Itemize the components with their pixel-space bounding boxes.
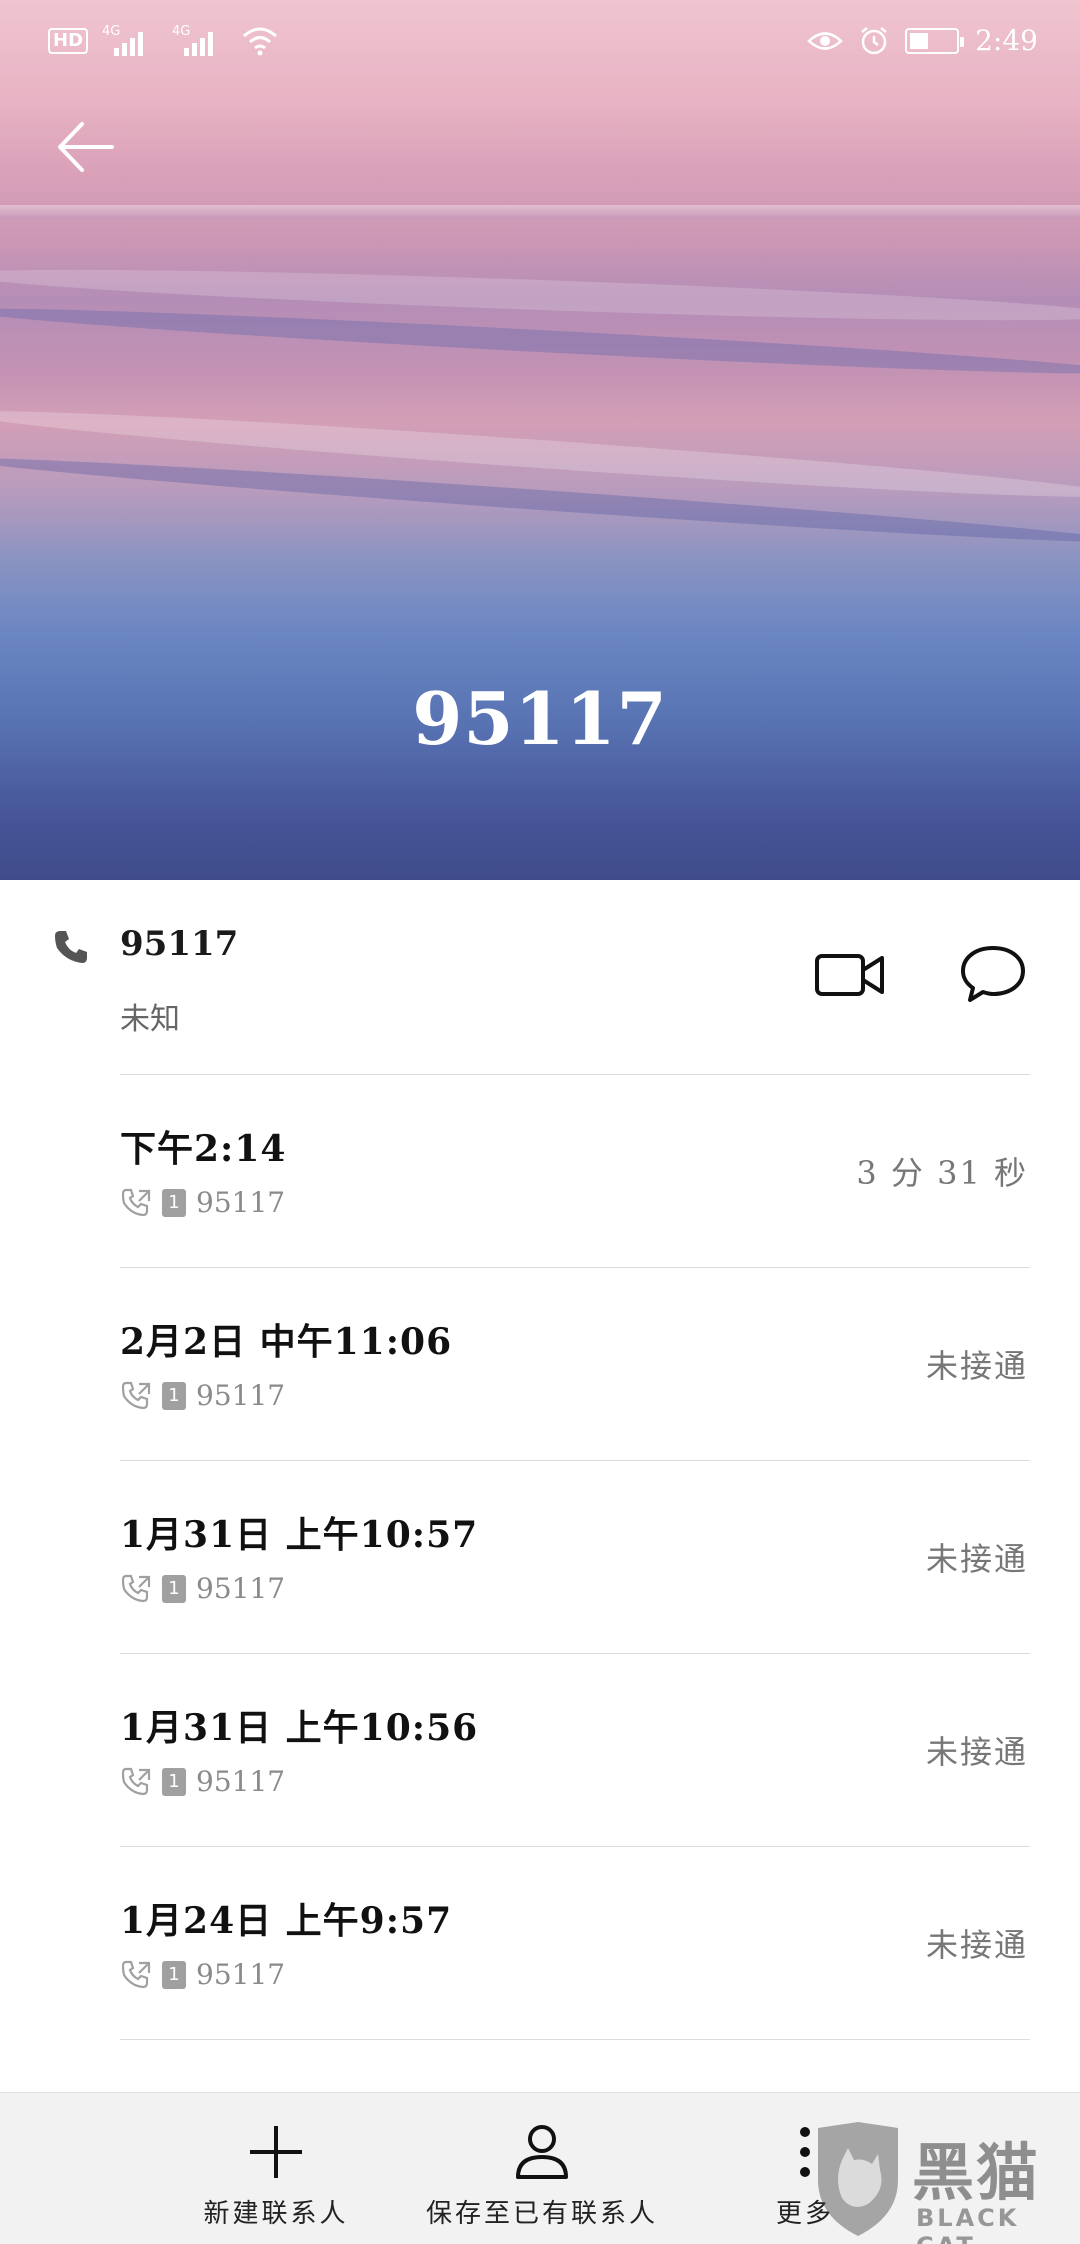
person-icon — [516, 2125, 568, 2179]
call-number: 95117 — [196, 1379, 286, 1412]
divider — [120, 1653, 1030, 1654]
message-icon[interactable] — [960, 944, 1026, 1004]
signal-icon: 4G — [172, 24, 228, 58]
sim-card-icon: 1 — [162, 1574, 186, 1603]
sim-card-icon: 1 — [162, 1381, 186, 1410]
call-details: 1 95117 — [120, 1572, 285, 1605]
call-log-item[interactable]: 1月24日 上午9:57 1 95117 未接通 — [0, 1846, 1080, 2039]
phone-location: 未知 — [120, 1002, 180, 1037]
call-status: 未接通 — [925, 1925, 1028, 1964]
call-log-item[interactable]: 2月2日 中午11:06 1 95117 未接通 — [0, 1267, 1080, 1460]
new-contact-button[interactable]: 新建联系人 — [196, 2093, 356, 2244]
call-status: 未接通 — [925, 1346, 1028, 1385]
watermark-en-text: BLACK CAT — [916, 2204, 1020, 2244]
contact-number-row[interactable]: 95117 未知 — [0, 880, 1080, 1075]
call-time: 2月2日 中午11:06 — [120, 1321, 453, 1363]
phone-icon — [55, 931, 87, 963]
save-to-existing-label: 保存至已有联系人 — [425, 2199, 658, 2229]
header-image: HD 4G 4G 2:49 95117 — [0, 0, 1080, 880]
call-details: 1 95117 — [120, 1958, 285, 1991]
outgoing-call-icon — [121, 1381, 151, 1409]
black-cat-watermark: 黑猫 BLACK CAT — [812, 2120, 1080, 2244]
new-contact-label: 新建联系人 — [203, 2199, 349, 2229]
call-status: 3 分 31 秒 — [856, 1153, 1028, 1192]
contact-title: 95117 — [412, 676, 668, 761]
call-status: 未接通 — [925, 1539, 1028, 1578]
divider — [120, 1267, 1030, 1268]
sim-card-icon: 1 — [162, 1188, 186, 1217]
call-time: 下午2:14 — [120, 1128, 287, 1170]
outgoing-call-icon — [121, 1574, 151, 1602]
call-details: 1 95117 — [120, 1186, 285, 1219]
call-status: 未接通 — [925, 1732, 1028, 1771]
cat-shield-logo-icon — [818, 2122, 898, 2236]
sim-card-icon: 1 — [162, 1960, 186, 1989]
outgoing-call-icon — [121, 1767, 151, 1795]
status-bar: HD 4G 4G 2:49 — [0, 0, 1080, 86]
call-log-item[interactable]: 下午2:14 1 95117 3 分 31 秒 — [0, 1074, 1080, 1267]
call-number: 95117 — [196, 1765, 286, 1798]
eye-icon — [807, 31, 843, 50]
call-log-item[interactable]: 1月31日 上午10:56 1 95117 未接通 — [0, 1653, 1080, 1846]
wifi-icon — [243, 27, 278, 56]
save-to-existing-button[interactable]: 保存至已有联系人 — [412, 2093, 672, 2244]
more-vertical-icon — [800, 2127, 810, 2177]
clock: 2:49 — [975, 24, 1038, 57]
sim-card-icon: 1 — [162, 1767, 186, 1796]
call-number: 95117 — [196, 1186, 286, 1219]
back-arrow-icon[interactable] — [52, 112, 122, 182]
call-details: 1 95117 — [120, 1379, 285, 1412]
divider — [120, 1846, 1030, 1847]
call-time: 1月31日 上午10:57 — [120, 1514, 479, 1556]
call-log-list: 下午2:14 1 95117 3 分 31 秒 2月2日 中午11:06 1 9… — [0, 1074, 1080, 2040]
alarm-icon — [861, 26, 887, 54]
battery-icon — [905, 27, 965, 54]
video-call-icon[interactable] — [814, 950, 886, 1000]
call-log-item[interactable]: 1月31日 上午10:57 1 95117 未接通 — [0, 1460, 1080, 1653]
list-end — [0, 2039, 1080, 2040]
watermark-cn-text: 黑猫 — [912, 2136, 1041, 2209]
divider — [120, 2039, 1030, 2040]
divider — [120, 1460, 1030, 1461]
call-details: 1 95117 — [120, 1765, 285, 1798]
horizon-line — [0, 205, 1080, 219]
call-time: 1月24日 上午9:57 — [120, 1900, 453, 1942]
outgoing-call-icon — [121, 1960, 151, 1988]
call-number: 95117 — [196, 1958, 286, 1991]
phone-number: 95117 — [120, 924, 239, 964]
outgoing-call-icon — [121, 1188, 151, 1216]
call-number: 95117 — [196, 1572, 286, 1605]
signal-icon: 4G — [102, 24, 158, 58]
call-time: 1月31日 上午10:56 — [120, 1707, 479, 1749]
hd-icon: HD — [48, 28, 89, 54]
plus-icon — [250, 2126, 302, 2178]
